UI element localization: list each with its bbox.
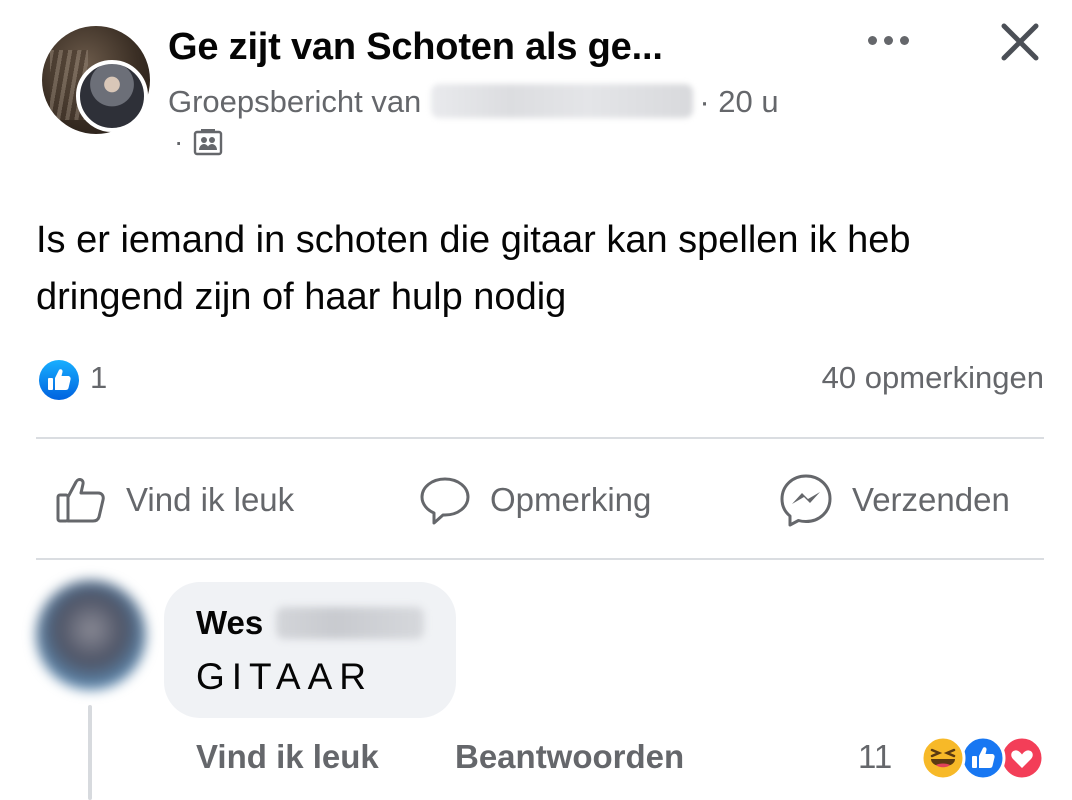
like-button[interactable]: Vind ik leuk xyxy=(54,470,294,530)
author-avatar[interactable] xyxy=(76,60,148,132)
comment-count[interactable]: 40 opmerkingen xyxy=(822,360,1044,396)
audience-row: · xyxy=(174,126,223,158)
comment-text: GITAAR xyxy=(196,656,373,697)
comment-reply-link[interactable]: Beantwoorden xyxy=(455,738,684,776)
comment-button[interactable]: Opmerking xyxy=(418,470,651,530)
like-button-label: Vind ik leuk xyxy=(126,481,295,518)
comment-thread-line xyxy=(88,705,92,800)
comment-bubble-icon xyxy=(420,477,470,525)
post-text: Is er iemand in schoten die gitaar kan s… xyxy=(36,219,911,318)
more-options-icon[interactable] xyxy=(868,32,916,48)
meta-prefix: Groepsbericht van xyxy=(168,84,422,119)
comment-reactions[interactable] xyxy=(912,734,1046,782)
post-view: Ge zijt van Schoten als ge... Groepsberi… xyxy=(0,0,1072,800)
send-button-label: Verzenden xyxy=(852,481,1010,518)
reaction-count[interactable]: 1 xyxy=(90,360,107,396)
haha-icon xyxy=(920,735,966,781)
close-icon[interactable] xyxy=(996,18,1044,66)
comment-like-link[interactable]: Vind ik leuk xyxy=(196,738,379,776)
comment-reaction-count[interactable]: 11 xyxy=(858,738,892,776)
redacted-author-name[interactable] xyxy=(431,84,694,118)
like-reaction-icon[interactable] xyxy=(38,359,80,401)
post-meta: Groepsbericht van · 20 u xyxy=(168,84,779,120)
divider-top xyxy=(36,437,1044,439)
meta-dot: · xyxy=(174,126,184,157)
thumbs-up-icon xyxy=(56,478,105,523)
comment-button-label: Opmerking xyxy=(490,481,652,518)
comment-author[interactable]: Wes xyxy=(196,604,263,642)
messenger-icon xyxy=(780,474,832,527)
group-audience-icon xyxy=(194,129,223,156)
redacted-commenter-surname xyxy=(276,607,424,639)
like-icon xyxy=(960,735,1006,781)
commenter-avatar[interactable] xyxy=(36,580,146,690)
love-icon xyxy=(999,735,1045,781)
divider-bottom xyxy=(36,558,1044,560)
send-button[interactable]: Verzenden xyxy=(778,470,1010,530)
group-title[interactable]: Ge zijt van Schoten als ge... xyxy=(168,26,663,69)
post-time[interactable]: · 20 u xyxy=(699,84,778,119)
